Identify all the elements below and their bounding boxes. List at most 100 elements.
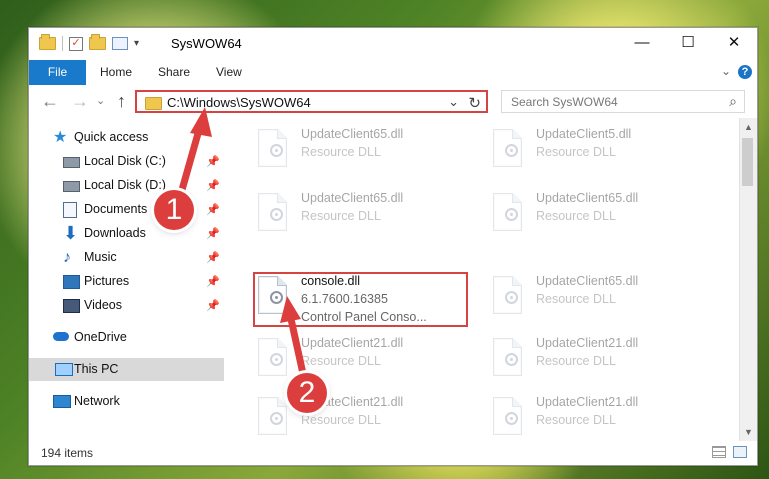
dll-file-icon [488, 191, 522, 235]
file-item[interactable]: UpdateClient65.dll Resource DLL [253, 127, 478, 182]
network-icon [53, 395, 71, 408]
star-icon: ★ [53, 129, 68, 146]
sidebar-item-this-pc[interactable]: This PC [29, 358, 224, 381]
search-icon[interactable]: ⌕ [729, 93, 737, 110]
scroll-up-icon[interactable]: ▲ [744, 122, 753, 132]
file-name: UpdateClient65.dll [536, 191, 639, 205]
annotation-callout-2: 2 [287, 373, 327, 413]
back-button[interactable]: ← [41, 91, 59, 112]
file-description: Resource DLL [536, 354, 616, 368]
pin-icon[interactable]: 📌 [206, 271, 220, 294]
sidebar-item-network[interactable]: Network [29, 390, 224, 413]
toolbar-divider [62, 36, 63, 51]
document-icon [63, 202, 77, 218]
sidebar-item-downloads[interactable]: ⬇ Downloads 📌 [29, 222, 224, 245]
up-button[interactable]: ↑ [117, 91, 126, 112]
file-item[interactable]: UpdateClient21.dll Resource DLL [488, 395, 713, 441]
window-title: SysWOW64 [171, 36, 242, 51]
file-description: Resource DLL [301, 209, 381, 223]
file-description: Resource DLL [301, 145, 381, 159]
file-item[interactable]: UpdateClient65.dll Resource DLL [488, 274, 713, 329]
dll-file-icon [488, 274, 522, 318]
file-highlight-box [253, 272, 468, 327]
forward-button[interactable]: → [71, 91, 89, 112]
search-box[interactable]: Search SysWOW64 ⌕ [501, 90, 745, 113]
sidebar-item-local-disk-d[interactable]: Local Disk (D:) 📌 [29, 174, 224, 197]
minimize-button[interactable]: — [619, 28, 665, 59]
sidebar-item-label: This PC [74, 362, 119, 376]
chevron-down-icon[interactable]: ⌄ [721, 64, 731, 78]
address-text[interactable]: C:\Windows\SysWOW64 [167, 95, 311, 110]
ribbon: File Home Share View ⌄ ? [29, 60, 757, 86]
close-button[interactable]: ✕ [711, 28, 757, 59]
dll-file-icon [253, 395, 287, 439]
pin-icon[interactable]: 📌 [206, 295, 220, 318]
file-name: UpdateClient21.dll [536, 395, 639, 409]
sidebar-item-documents[interactable]: Documents 📌 [29, 198, 224, 221]
pin-icon[interactable]: 📌 [206, 175, 220, 198]
tab-home[interactable]: Home [100, 60, 132, 85]
sidebar-item-local-disk-c[interactable]: Local Disk (C:) 📌 [29, 150, 224, 173]
sidebar-item-label: Downloads [84, 226, 146, 240]
vertical-scrollbar[interactable]: ▲ ▼ [739, 118, 757, 441]
file-name: UpdateClient65.dll [301, 127, 404, 141]
pin-icon[interactable]: 📌 [206, 223, 220, 246]
search-input[interactable]: Search SysWOW64 [511, 95, 618, 109]
customize-toolbar-icon[interactable] [112, 37, 128, 50]
sidebar-item-pictures[interactable]: Pictures 📌 [29, 270, 224, 293]
drive-icon [63, 181, 80, 192]
pictures-icon [63, 275, 80, 289]
recent-locations-button[interactable]: ⌄ [96, 94, 105, 107]
file-description: Resource DLL [536, 292, 616, 306]
dll-file-icon [253, 336, 287, 380]
sidebar-item-label: Documents [84, 202, 148, 216]
navigation-pane: ★ Quick access Local Disk (C:) 📌 Local D… [29, 118, 224, 441]
file-item[interactable]: UpdateClient5.dll Resource DLL [488, 127, 713, 182]
file-name: UpdateClient21.dll [301, 336, 404, 350]
toolbar-dropdown-icon[interactable]: ▾ [134, 38, 139, 49]
dll-file-icon [488, 336, 522, 380]
details-view-icon[interactable] [712, 446, 726, 458]
file-description: Resource DLL [536, 209, 616, 223]
tab-file[interactable]: File [29, 60, 86, 85]
address-dropdown-icon[interactable]: ⌄ [448, 94, 459, 110]
properties-icon[interactable]: ✓ [69, 36, 83, 51]
new-folder-icon[interactable] [89, 34, 106, 50]
annotation-callout-1: 1 [154, 190, 194, 230]
pin-icon[interactable]: 📌 [206, 247, 220, 270]
file-explorer-window: ✓ ▾ SysWOW64 — ☐ ✕ File Home Share View … [28, 27, 758, 466]
videos-icon [63, 299, 80, 313]
large-icons-view-icon[interactable] [733, 446, 747, 458]
address-bar[interactable]: C:\Windows\SysWOW64 ⌄ ↻ [135, 90, 488, 113]
sidebar-item-videos[interactable]: Videos 📌 [29, 294, 224, 317]
scroll-down-icon[interactable]: ▼ [744, 427, 753, 437]
tab-view[interactable]: View [216, 60, 242, 85]
file-name: UpdateClient65.dll [536, 274, 639, 288]
sidebar-item-label: OneDrive [74, 330, 127, 344]
file-description: Resource DLL [536, 145, 616, 159]
sidebar-item-quick-access[interactable]: ★ Quick access [29, 126, 224, 149]
computer-icon [55, 363, 73, 376]
folder-icon[interactable] [39, 34, 56, 50]
file-description: Resource DLL [301, 354, 381, 368]
refresh-icon[interactable]: ↻ [468, 94, 481, 112]
sidebar-item-onedrive[interactable]: OneDrive [29, 326, 224, 349]
help-icon[interactable]: ? [738, 65, 752, 79]
status-bar: 194 items [29, 441, 757, 465]
sidebar-item-label: Pictures [84, 274, 130, 288]
tab-share[interactable]: Share [158, 60, 190, 85]
file-item[interactable]: UpdateClient21.dll Resource DLL [488, 336, 713, 391]
pin-icon[interactable]: 📌 [206, 199, 220, 222]
music-icon: ♪ [63, 249, 71, 266]
file-item[interactable]: UpdateClient21.dll Resource DLL [253, 336, 478, 391]
scroll-thumb[interactable] [742, 138, 753, 186]
sidebar-item-music[interactable]: ♪ Music 📌 [29, 246, 224, 269]
file-item[interactable]: UpdateClient65.dll Resource DLL [488, 191, 713, 246]
maximize-button[interactable]: ☐ [665, 28, 711, 59]
navigation-bar: ← → ⌄ ↑ C:\Windows\SysWOW64 ⌄ ↻ Search S… [29, 85, 757, 117]
pin-icon[interactable]: 📌 [206, 151, 220, 174]
dll-file-icon [253, 127, 287, 171]
file-item[interactable]: UpdateClient21.dll Resource DLL [253, 395, 478, 441]
file-name: UpdateClient21.dll [536, 336, 639, 350]
file-item[interactable]: UpdateClient65.dll Resource DLL [253, 191, 478, 246]
